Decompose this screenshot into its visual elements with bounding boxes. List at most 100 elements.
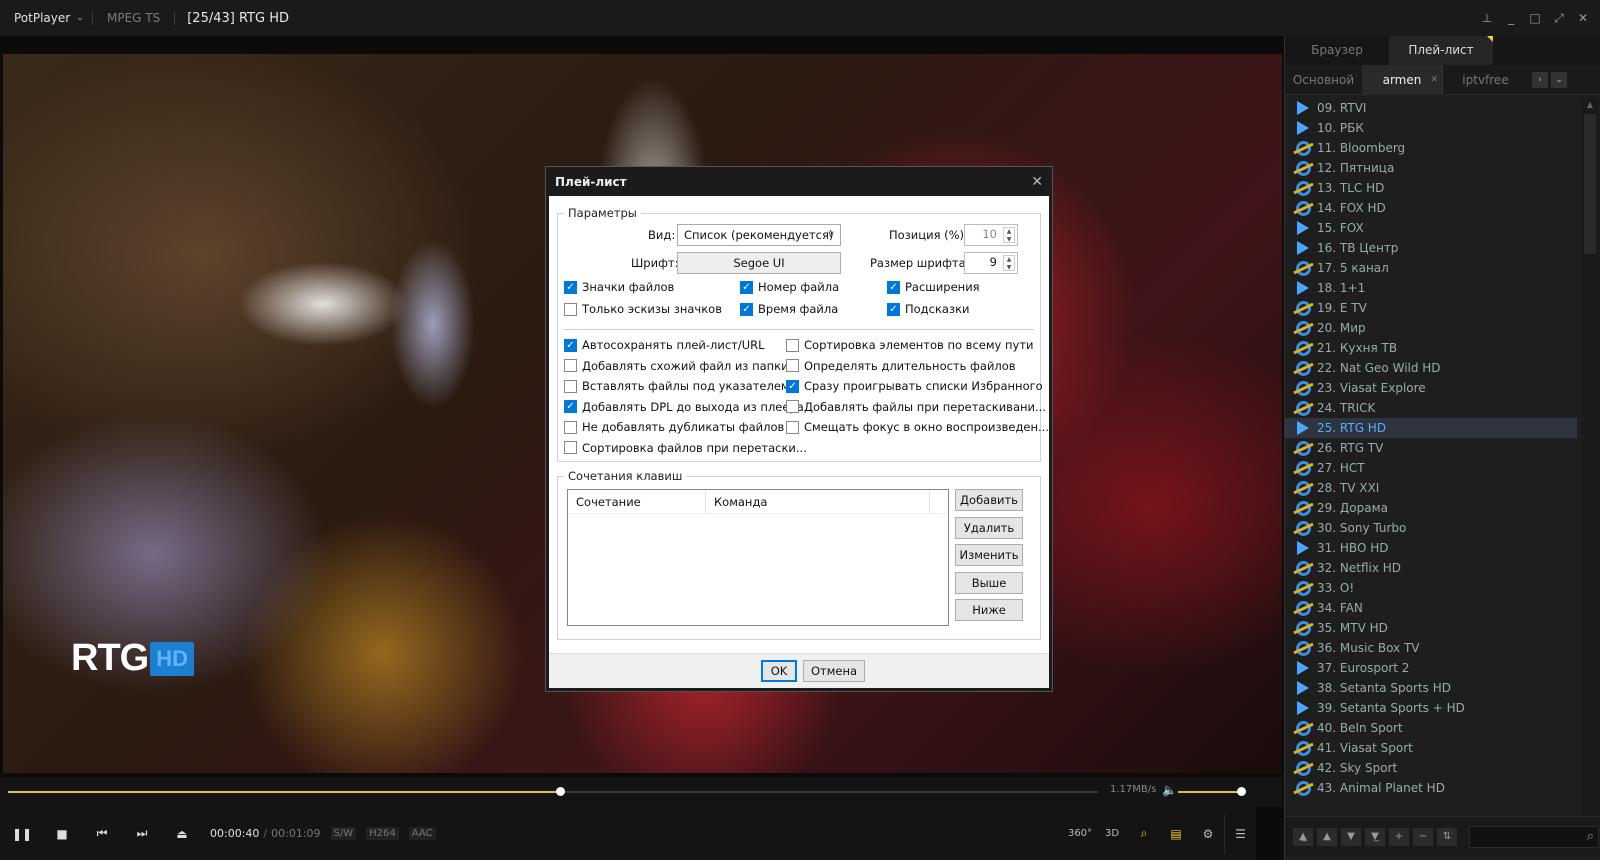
- font-button[interactable]: Segoe UI: [677, 252, 841, 274]
- playlist-item[interactable]: 18. 1+1: [1285, 278, 1577, 298]
- move-down-button[interactable]: ▼: [1341, 827, 1361, 846]
- move-up-button[interactable]: ▲: [1317, 827, 1337, 846]
- minimize-icon[interactable]: _: [1504, 11, 1518, 25]
- checkbox-empty-icon[interactable]: [564, 359, 577, 372]
- playlist-item[interactable]: 16. ТВ Центр: [1285, 238, 1577, 258]
- hotkeys-list[interactable]: Сочетание Команда: [567, 489, 949, 626]
- playlist-item[interactable]: 29. Дорама: [1285, 498, 1577, 518]
- checkbox[interactable]: ✓ Подсказки: [887, 302, 970, 316]
- checkbox[interactable]: Добавлять файлы при перетаскивани...: [786, 400, 1046, 414]
- playlist-item[interactable]: 22. Nat Geo Wild HD: [1285, 358, 1577, 378]
- chevron-right-icon[interactable]: ›: [1532, 71, 1548, 88]
- scroll-thumb[interactable]: [1584, 114, 1596, 254]
- checkbox[interactable]: Добавлять схожий файл из папки: [564, 359, 789, 373]
- checkbox[interactable]: Смещать фокус в окно воспроизведен...: [786, 420, 1049, 434]
- checkbox[interactable]: Определять длительность файлов: [786, 359, 1016, 373]
- checkbox-empty-icon[interactable]: [786, 420, 799, 434]
- checkbox[interactable]: ✓ Время файла: [740, 302, 838, 316]
- checkbox[interactable]: ✓ Автосохранять плей-лист/URL: [564, 338, 765, 352]
- playlist-item[interactable]: 12. Пятница: [1285, 158, 1577, 178]
- checkmark-icon[interactable]: ✓: [564, 400, 577, 413]
- maximize-icon[interactable]: □: [1528, 11, 1542, 25]
- checkbox[interactable]: ✓ Номер файла: [740, 280, 839, 294]
- pause-button[interactable]: ❚❚: [2, 814, 42, 854]
- spinner-arrows-icon[interactable]: ▲ ▼: [1003, 227, 1015, 243]
- move-up-hotkey-button[interactable]: Выше: [955, 572, 1023, 594]
- delete-hotkey-button[interactable]: Удалить: [955, 517, 1023, 539]
- playlist-item[interactable]: 10. РБК: [1285, 118, 1577, 138]
- checkmark-icon[interactable]: ✓: [564, 338, 577, 352]
- checkbox[interactable]: Не добавлять дубликаты файлов: [564, 420, 784, 434]
- col-command[interactable]: Команда: [706, 490, 930, 513]
- tab-playlist[interactable]: Плей-лист: [1389, 36, 1493, 65]
- playlist-item[interactable]: 14. FOX HD: [1285, 198, 1577, 218]
- playlist-item[interactable]: 20. Мир: [1285, 318, 1577, 338]
- checkbox-empty-icon[interactable]: [786, 400, 799, 413]
- playlist-item[interactable]: 32. Netflix HD: [1285, 558, 1577, 578]
- checkbox[interactable]: Вставлять файлы под указателем: [564, 379, 790, 393]
- playlist-item[interactable]: 17. 5 канал: [1285, 258, 1577, 278]
- playlist-item[interactable]: 38. Setanta Sports HD: [1285, 678, 1577, 698]
- volume-thumb[interactable]: [1237, 787, 1246, 796]
- playlist-toggle-button[interactable]: ⌕: [1128, 814, 1160, 854]
- close-icon[interactable]: ✕: [1031, 170, 1043, 194]
- playlist-item[interactable]: 27. НСТ: [1285, 458, 1577, 478]
- spinner-arrows-icon[interactable]: ▲ ▼: [1003, 255, 1015, 271]
- subtab-armen[interactable]: armen ✕: [1362, 64, 1442, 95]
- vr360-button[interactable]: 360°: [1064, 814, 1096, 854]
- checkmark-icon[interactable]: ✓: [564, 280, 577, 294]
- checkmark-icon[interactable]: ✓: [786, 379, 799, 393]
- ok-button[interactable]: OK: [761, 660, 797, 682]
- seek-thumb[interactable]: [555, 787, 565, 796]
- checkbox-empty-icon[interactable]: [786, 359, 799, 372]
- tab-browser[interactable]: Браузер: [1285, 36, 1389, 65]
- checkbox[interactable]: Только эскизы значков: [564, 302, 722, 316]
- remove-button[interactable]: −: [1413, 827, 1433, 846]
- playlist-item[interactable]: 28. TV XXI: [1285, 478, 1577, 498]
- checkmark-icon[interactable]: ✓: [887, 280, 900, 294]
- scroll-up-icon[interactable]: ▲: [1584, 100, 1596, 112]
- playlist-item[interactable]: 34. FAN: [1285, 598, 1577, 618]
- font-size-spinner[interactable]: 9 ▲ ▼: [964, 252, 1018, 274]
- pin-icon[interactable]: ⊥: [1480, 11, 1494, 25]
- settings-button[interactable]: ⚙: [1192, 814, 1224, 854]
- sort-button[interactable]: ⇅: [1437, 827, 1457, 846]
- checkbox-empty-icon[interactable]: [564, 441, 577, 454]
- playlist-item[interactable]: 24. TRICK: [1285, 398, 1577, 418]
- col-combo[interactable]: Сочетание: [568, 490, 706, 513]
- checkbox[interactable]: ✓ Добавлять DPL до выхода из плеера: [564, 400, 804, 414]
- checkbox[interactable]: ✓ Расширения: [887, 280, 980, 294]
- add-hotkey-button[interactable]: Добавить: [955, 489, 1023, 511]
- volume-slider[interactable]: [1178, 787, 1246, 796]
- playlist-item[interactable]: 39. Setanta Sports + HD: [1285, 698, 1577, 718]
- playlist-item[interactable]: 30. Sony Turbo: [1285, 518, 1577, 538]
- playlist-item[interactable]: 15. FOX: [1285, 218, 1577, 238]
- playlist-item[interactable]: 21. Кухня ТВ: [1285, 338, 1577, 358]
- checkbox[interactable]: ✓ Сразу проигрывать списки Избранного: [786, 379, 1043, 393]
- playlist-item[interactable]: 43. Animal Planet HD: [1285, 778, 1577, 798]
- playlist-item[interactable]: 09. RTVI: [1285, 98, 1577, 118]
- close-tab-icon[interactable]: ✕: [1430, 65, 1438, 95]
- subtab-main[interactable]: Основной: [1285, 65, 1362, 95]
- view-select[interactable]: Список (рекомендуется) v: [677, 224, 841, 246]
- checkbox[interactable]: ✓ Значки файлов: [564, 280, 674, 294]
- add-button[interactable]: +: [1389, 827, 1409, 846]
- chevron-down-icon[interactable]: ⌄: [1551, 71, 1567, 88]
- checkmark-icon[interactable]: ✓: [740, 302, 753, 316]
- playlist-item[interactable]: 23. Viasat Explore: [1285, 378, 1577, 398]
- fullscreen-icon[interactable]: ⤢: [1552, 11, 1566, 26]
- 3d-button[interactable]: 3D: [1096, 814, 1128, 854]
- video-codec-badge[interactable]: H264: [366, 827, 399, 840]
- playlist-item[interactable]: 13. TLC HD: [1285, 178, 1577, 198]
- volume-icon[interactable]: 🔈: [1162, 783, 1177, 797]
- playlist-item[interactable]: 36. Music Box TV: [1285, 638, 1577, 658]
- menu-button[interactable]: ☰: [1224, 813, 1256, 854]
- close-icon[interactable]: ✕: [1576, 11, 1590, 25]
- app-menu-button[interactable]: PotPlayer ⌄: [0, 11, 92, 25]
- previous-button[interactable]: ⏮: [82, 814, 122, 854]
- playlist-item[interactable]: 35. MTV HD: [1285, 618, 1577, 638]
- move-down-hotkey-button[interactable]: Ниже: [955, 599, 1023, 621]
- playlist-item[interactable]: 40. BeIn Sport: [1285, 718, 1577, 738]
- next-button[interactable]: ⏭: [122, 814, 162, 854]
- playlist-item[interactable]: 11. Bloomberg: [1285, 138, 1577, 158]
